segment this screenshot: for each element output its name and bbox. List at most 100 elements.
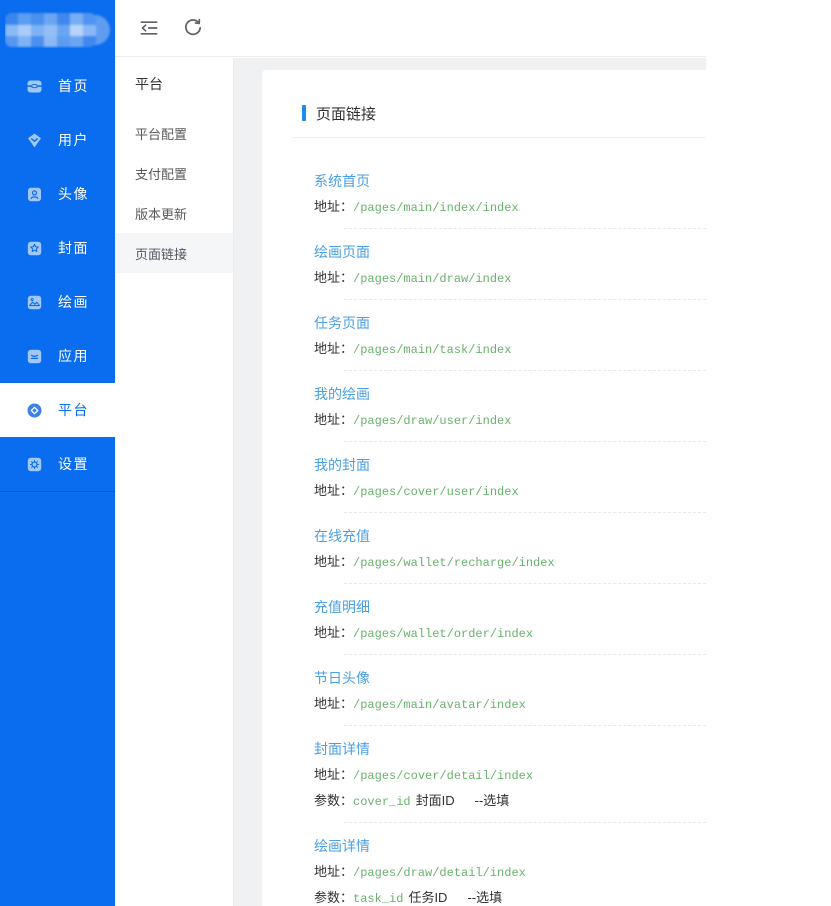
app-shell: 首页 用户 头像 封面 绘画 应用 平台 设置 平台 平台配置 支付配置 版本更新 页面链接 页面链… xyxy=(0,0,831,906)
sidebar-item-avatar[interactable]: 头像 xyxy=(0,167,115,221)
draw-image-icon xyxy=(26,294,43,311)
param-label: 参数： xyxy=(314,793,354,808)
page-link-title[interactable]: 任务页面 xyxy=(314,314,370,333)
platform-target-icon xyxy=(26,402,43,419)
submenu-header: 平台 xyxy=(135,76,163,92)
page-link-address-row: 地址：/pages/draw/user/index xyxy=(314,411,706,430)
page-link-path: /pages/main/draw/index xyxy=(353,272,512,286)
sidebar-item-label: 头像 xyxy=(58,186,89,202)
submenu-item-platform-config[interactable]: 平台配置 xyxy=(115,113,233,153)
app-box-icon xyxy=(26,348,43,365)
param-label: 参数： xyxy=(314,890,354,905)
page-link-path: /pages/cover/user/index xyxy=(353,485,519,499)
page-link-title[interactable]: 系统首页 xyxy=(314,172,370,191)
page-link-param-row: 参数：cover_id 封面ID --选填 xyxy=(314,792,706,811)
address-label: 地址： xyxy=(314,483,354,498)
cover-star-icon xyxy=(26,240,43,257)
page-link-param-row: 参数：task_id 任务ID --选填 xyxy=(314,889,706,906)
param-optional-flag: --选填 xyxy=(467,890,503,905)
page-link-path: /pages/draw/detail/index xyxy=(353,866,526,880)
page-link-path: /pages/main/index/index xyxy=(353,201,519,215)
sidebar-item-label: 绘画 xyxy=(58,294,89,310)
address-label: 地址： xyxy=(314,625,354,640)
page-link-title[interactable]: 充值明细 xyxy=(314,598,370,617)
page-link-address-row: 地址：/pages/cover/detail/index xyxy=(314,766,706,785)
avatar-card-icon xyxy=(26,186,43,203)
page-link-title[interactable]: 节日头像 xyxy=(314,669,370,688)
page-link-title[interactable]: 封面详情 xyxy=(314,740,370,759)
primary-sidebar: 首页用户头像封面绘画应用平台设置 xyxy=(0,0,115,906)
sidebar-item-draw[interactable]: 绘画 xyxy=(0,275,115,329)
address-label: 地址： xyxy=(314,412,354,427)
sidebar-divider xyxy=(0,491,115,492)
page-link-address-row: 地址：/pages/main/draw/index xyxy=(314,269,706,288)
menu-fold-icon[interactable] xyxy=(139,18,159,38)
page-title: 页面链接 xyxy=(316,105,377,123)
topbar xyxy=(115,0,706,57)
page-link-title[interactable]: 我的封面 xyxy=(314,456,370,475)
page-link-list: 系统首页 地址：/pages/main/index/index 绘画页面 地址：/pa… xyxy=(262,138,706,906)
address-label: 地址： xyxy=(314,696,354,711)
param-code: task_id xyxy=(353,892,404,906)
sidebar-item-users[interactable]: 用户 xyxy=(0,113,115,167)
user-gem-icon xyxy=(26,132,43,149)
sidebar-item-label: 平台 xyxy=(58,402,89,418)
submenu-panel: 平台 平台配置 支付配置 版本更新 页面链接 xyxy=(115,58,234,906)
address-label: 地址： xyxy=(314,554,354,569)
page-link-item: 系统首页地址：/pages/main/index/index xyxy=(262,158,706,229)
submenu-item-payment-config[interactable]: 支付配置 xyxy=(115,153,233,193)
page-link-item: 封面详情地址：/pages/cover/detail/index 参数：cover… xyxy=(262,726,706,823)
home-icon xyxy=(26,78,43,95)
page-link-item: 我的绘画地址：/pages/draw/user/index xyxy=(262,371,706,442)
app-logo-censored xyxy=(5,12,111,48)
page-link-title[interactable]: 我的绘画 xyxy=(314,385,370,404)
sidebar-item-home[interactable]: 首页 xyxy=(0,59,115,113)
refresh-icon[interactable] xyxy=(183,18,203,38)
page-link-path: /pages/wallet/recharge/index xyxy=(353,556,555,570)
page-link-item: 在线充值地址：/pages/wallet/recharge/index xyxy=(262,513,706,584)
sidebar-item-label: 封面 xyxy=(58,240,89,256)
page-link-address-row: 地址：/pages/wallet/order/index xyxy=(314,624,706,643)
page-link-path: /pages/main/task/index xyxy=(353,343,512,357)
sidebar-item-platform[interactable]: 平台 xyxy=(0,383,115,437)
page-link-path: /pages/wallet/order/index xyxy=(353,627,534,641)
page-link-path: /pages/draw/user/index xyxy=(353,414,512,428)
page-link-item: 我的封面地址：/pages/cover/user/index xyxy=(262,442,706,513)
param-desc: 封面ID xyxy=(415,793,455,808)
page-link-title[interactable]: 在线充值 xyxy=(314,527,370,546)
main-area: 页面链接 系统首页 地址：/pages/main/index/index 绘画页面地… xyxy=(234,58,706,906)
page-link-address-row: 地址：/pages/cover/user/index xyxy=(314,482,706,501)
page-link-title[interactable]: 绘画详情 xyxy=(314,837,370,856)
page-link-item: 节日头像地址：/pages/main/avatar/index xyxy=(262,655,706,726)
sidebar-item-apps[interactable]: 应用 xyxy=(0,329,115,383)
page-link-item: 绘画详情地址：/pages/draw/detail/index 参数：task_i… xyxy=(262,823,706,906)
page-link-item: 绘画页面地址：/pages/main/draw/index xyxy=(262,229,706,300)
param-desc: 任务ID xyxy=(408,890,448,905)
address-label: 地址： xyxy=(314,767,354,782)
submenu-item-version-update[interactable]: 版本更新 xyxy=(115,193,233,233)
page-link-address-row: 地址：/pages/wallet/recharge/index xyxy=(314,553,706,572)
content-card: 页面链接 系统首页 地址：/pages/main/index/index 绘画页面地… xyxy=(262,70,706,906)
sidebar-item-label: 首页 xyxy=(58,78,89,94)
sidebar-item-label: 设置 xyxy=(58,456,89,472)
page-link-address-row: 地址：/pages/main/task/index xyxy=(314,340,706,359)
settings-gear-icon xyxy=(26,456,43,473)
sidebar-item-label: 应用 xyxy=(58,348,89,364)
page-link-path: /pages/main/avatar/index xyxy=(353,698,526,712)
sidebar-nav: 首页用户头像封面绘画应用平台设置 xyxy=(0,59,115,492)
address-label: 地址： xyxy=(314,270,354,285)
page-link-title[interactable]: 绘画页面 xyxy=(314,243,370,262)
sidebar-item-settings[interactable]: 设置 xyxy=(0,437,115,491)
address-label: 地址： xyxy=(314,199,354,214)
submenu-item-page-links[interactable]: 页面链接 xyxy=(115,233,233,273)
sidebar-item-cover[interactable]: 封面 xyxy=(0,221,115,275)
page-link-item: 充值明细地址：/pages/wallet/order/index xyxy=(262,584,706,655)
page-link-item: 任务页面地址：/pages/main/task/index xyxy=(262,300,706,371)
param-code: cover_id xyxy=(353,795,411,809)
page-link-address-row: 地址：/pages/main/index/index xyxy=(314,198,706,217)
sidebar-item-label: 用户 xyxy=(58,132,89,148)
param-optional-flag: --选填 xyxy=(474,793,510,808)
title-marker xyxy=(302,105,306,121)
address-label: 地址： xyxy=(314,864,354,879)
section-title-row: 页面链接 xyxy=(302,104,706,123)
